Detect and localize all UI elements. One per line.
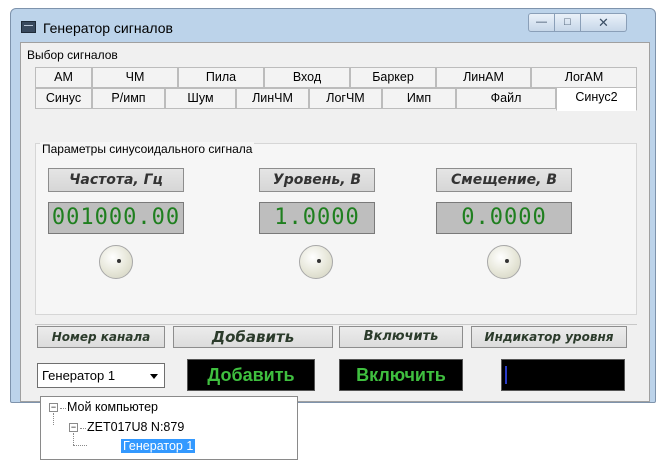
tab-r-imp[interactable]: Р/имп <box>92 88 165 109</box>
collapse-icon[interactable]: − <box>69 423 78 432</box>
frequency-display[interactable]: 001000.00 <box>48 202 184 234</box>
frequency-label: Частота, Гц <box>48 168 184 192</box>
tabs-row-1: АМ ЧМ Пила Вход Баркер ЛинАМ ЛогАМ <box>35 67 637 88</box>
tab-saw[interactable]: Пила <box>178 67 264 88</box>
tab-lin-fm[interactable]: ЛинЧМ <box>236 88 309 109</box>
level-indicator-bar <box>505 366 507 384</box>
level-indicator <box>501 359 625 391</box>
generator-select-value: Генератор 1 <box>42 368 116 383</box>
tab-noise[interactable]: Шум <box>165 88 236 109</box>
signal-select-label: Выбор сигналов <box>27 48 118 62</box>
tab-sine[interactable]: Синус <box>35 88 92 109</box>
minimize-button[interactable]: — <box>528 13 555 32</box>
offset-knob[interactable] <box>487 245 521 279</box>
sine-params-group: Параметры синусоидального сигнала Частот… <box>35 142 637 315</box>
tree-connector <box>53 413 54 425</box>
tab-input[interactable]: Вход <box>264 67 350 88</box>
tabs-row-2: Синус Р/имп Шум ЛинЧМ ЛогЧМ Имп Файл Син… <box>35 87 637 111</box>
add-button[interactable]: Добавить <box>187 359 315 391</box>
client-area: Выбор сигналов АМ ЧМ Пила Вход Баркер Ли… <box>20 42 650 402</box>
title-bar[interactable]: Генератор сигналов — □ ✕ <box>11 9 655 41</box>
tab-barker[interactable]: Баркер <box>350 67 436 88</box>
tree-connector <box>73 445 87 446</box>
tab-imp[interactable]: Имп <box>382 88 456 109</box>
maximize-button[interactable]: □ <box>555 13 581 32</box>
generator-select[interactable]: Генератор 1 <box>37 363 165 388</box>
level-label: Уровень, В <box>259 168 375 192</box>
tree-connector <box>73 433 74 445</box>
level-knob[interactable] <box>299 245 333 279</box>
frequency-knob[interactable] <box>99 245 133 279</box>
channel-number-label: Номер канала <box>37 326 165 348</box>
collapse-icon[interactable]: − <box>49 403 58 412</box>
level-indicator-label: Индикатор уровня <box>471 326 627 348</box>
separator <box>35 324 637 325</box>
tree-connector <box>60 408 66 409</box>
tree-item-my-computer[interactable]: Мой компьютер <box>67 400 158 414</box>
offset-display[interactable]: 0.0000 <box>436 202 572 234</box>
enable-caption: Включить <box>339 326 463 348</box>
tab-file[interactable]: Файл <box>456 88 556 109</box>
offset-label: Смещение, В <box>436 168 572 192</box>
level-display[interactable]: 1.0000 <box>259 202 375 234</box>
generator-window: Генератор сигналов — □ ✕ Выбор сигналов … <box>10 8 656 403</box>
add-caption: Добавить <box>173 326 333 348</box>
tree-connector <box>80 428 86 429</box>
tab-am[interactable]: АМ <box>35 67 92 88</box>
tree-item-device[interactable]: ZET017U8 N:879 <box>87 420 184 434</box>
tree-item-generator[interactable]: Генератор 1 <box>121 439 196 453</box>
chevron-down-icon[interactable] <box>150 374 158 379</box>
tab-lin-am[interactable]: ЛинАМ <box>436 67 531 88</box>
device-tree: − Мой компьютер − ZET017U8 N:879 Генерат… <box>40 396 298 460</box>
tab-log-am[interactable]: ЛогАМ <box>531 67 637 88</box>
enable-button[interactable]: Включить <box>339 359 463 391</box>
params-title: Параметры синусоидального сигнала <box>40 142 255 156</box>
tab-fm[interactable]: ЧМ <box>92 67 178 88</box>
app-icon <box>21 21 36 33</box>
tab-log-fm[interactable]: ЛогЧМ <box>309 88 382 109</box>
window-title: Генератор сигналов <box>43 20 173 36</box>
close-button[interactable]: ✕ <box>581 13 627 32</box>
tab-sine2[interactable]: Синус2 <box>556 87 637 111</box>
